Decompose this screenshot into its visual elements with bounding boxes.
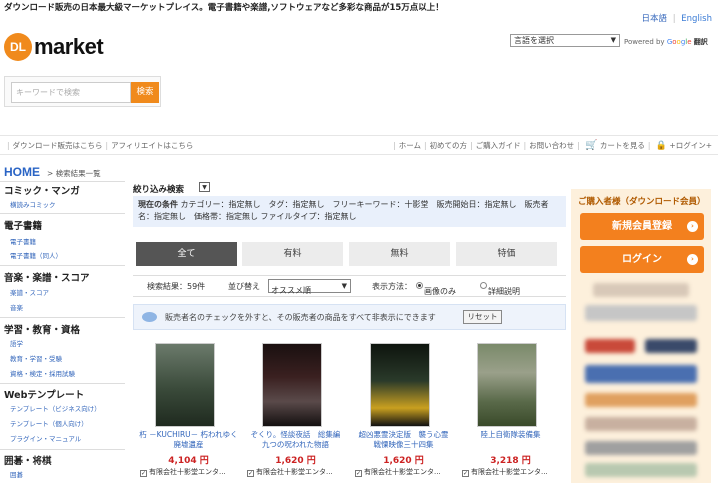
filter-toggle-button[interactable]: ▼ [199,182,210,192]
sidebar-cat-go-shogi[interactable]: 囲碁・将棋 [4,453,52,467]
sidebar-sub[interactable]: 横読みコミック [10,199,56,209]
product-seller[interactable]: ✓ 有限会社十影堂エンタ... [247,467,350,477]
sidebar-sub[interactable]: 楽譜・スコア [10,287,49,297]
product-price: 1,620 円 [275,456,316,466]
nav-login[interactable]: +ログイン+ [669,141,712,150]
display-label: 表示方法： [372,282,412,291]
payment-logos [585,463,697,477]
sort-select[interactable]: オススメ順 ▼ [268,279,351,295]
nav-home[interactable]: ホーム [399,141,421,150]
product-seller[interactable]: ✓ 有限会社十影堂エンタ... [140,467,243,477]
sidebar-sub[interactable]: 電子書籍 [10,236,36,246]
nav-first-time[interactable]: 初めての方 [430,141,468,150]
product-price: 4,104 円 [168,456,209,466]
product-title[interactable]: ぞくり。怪談夜話 総集編 九つの呪われた物語 [244,430,348,450]
product-cover[interactable] [370,343,430,427]
divider [0,135,718,136]
language-select[interactable]: 言語を選択 ▼ [510,34,620,47]
arrow-right-icon: › [687,254,698,265]
payment-logos [593,283,689,297]
arrow-right-icon: › [687,221,698,232]
reset-button[interactable]: リセット [463,310,502,324]
sidebar-sub[interactable]: 音楽 [10,302,23,312]
site-logo[interactable]: DL market [4,33,114,63]
main-nav: | ホーム | 初めての方 | ご購入ガイド | お問い合わせ | 🛒 カートを見る | 🔒 +ロ… [393,140,712,151]
member-panel: ご購入者様（ダウンロード会員） 新規会員登録 › ログイン › [571,189,711,483]
tab-all[interactable]: 全て [136,242,237,266]
tab-free[interactable]: 無料 [349,242,450,266]
product-cover[interactable] [262,343,322,427]
tab-sale[interactable]: 特価 [456,242,557,266]
payment-logos [585,305,697,321]
cart-icon: 🛒 [585,140,598,151]
logo-mark: DL [4,33,32,61]
search-button[interactable]: 検索 [131,82,159,103]
payment-logos [585,441,697,455]
product-seller[interactable]: ✓ 有限会社十影堂エンタ... [462,467,565,477]
sidebar-sub[interactable]: 資格・検定・採用試験 [10,368,75,378]
sidebar-sub[interactable]: 電子書籍（同人） [10,250,62,260]
login-button[interactable]: ログイン › [580,246,704,273]
display-image-only[interactable]: 画像のみ [416,281,456,296]
tab-paid[interactable]: 有料 [242,242,343,266]
product-title[interactable]: 朽 －KUCHIRU－ 朽われゆく廃墟遺産 [137,430,240,450]
sidebar-cat-ebook[interactable]: 電子書籍 [4,218,42,232]
divider [0,154,718,155]
lang-en-link[interactable]: English [681,14,712,24]
payment-logos [585,365,697,383]
speech-bubble-icon [142,312,157,322]
member-panel-heading: ご購入者様（ダウンロード会員） [578,197,706,207]
search-box: キーワードで検索 検索 [4,76,161,107]
affiliate-link[interactable]: アフィリエイトはこちら [111,141,193,150]
conditions-text: カテゴリー：指定無し タグ：指定無し フリーキーワード：十影堂 販売開始日：指定… [138,200,549,221]
sidebar-cat-music[interactable]: 音楽・楽譜・スコア [4,270,90,284]
lock-icon: 🔒 [655,141,668,151]
sidebar-sub[interactable]: テンプレート（ビジネス向け） [10,403,101,413]
nav-cart[interactable]: カートを見る [600,141,645,150]
breadcrumb-current: > 検索結果一覧 [47,169,101,178]
register-button[interactable]: 新規会員登録 › [580,213,704,240]
sidebar-sub[interactable]: プラグイン・マニュアル [10,433,81,443]
logo-text: market [34,34,104,59]
product-title[interactable]: 超凶悪霊決定版 襲う心霊 戦慄映像三十四集 [352,430,457,450]
sidebar-sub[interactable]: 囲碁 [10,469,23,479]
product-seller[interactable]: ✓ 有限会社十影堂エンタ... [355,467,458,477]
site-tagline: ダウンロード販売の日本最大級マーケットプレイス。電子書籍や楽譜,ソフトウェアなど… [4,3,444,13]
sidebar-cat-webtemplate[interactable]: Webテンプレート [4,387,84,401]
powered-by-google: Powered by Google 翻訳 [624,38,708,46]
product-cover[interactable] [155,343,215,427]
payment-logos [585,417,697,431]
lang-ja-link[interactable]: 日本語 [642,14,668,24]
language-links: 日本語 | English [641,14,713,24]
sort-label: 並び替え [228,282,260,291]
sidebar-sub[interactable]: 語学 [10,338,23,348]
sell-link[interactable]: ダウンロード販売はこちら [13,141,103,150]
breadcrumb-home[interactable]: HOME [4,165,40,179]
conditions-label: 現在の条件 [138,200,178,209]
product-price: 1,620 円 [383,456,424,466]
chevron-down-icon: ▼ [610,36,616,44]
product-title[interactable]: 陸上自衛隊装備集 [459,430,562,440]
sidebar-cat-learning[interactable]: 学習・教育・資格 [4,322,80,336]
current-conditions: 現在の条件 カテゴリー：指定無し タグ：指定無し フリーキーワード：十影堂 販売… [133,196,566,227]
sidebar-sub[interactable]: テンプレート（個人向け） [10,418,88,428]
sidebar-sub[interactable]: 教育・学習・受験 [10,353,62,363]
result-count: 検索結果：59件 [147,282,206,291]
payment-logos [645,339,697,353]
product-cover[interactable] [477,343,537,427]
product-price: 3,218 円 [490,456,531,466]
nav-guide[interactable]: ご購入ガイド [476,141,521,150]
secondary-nav: | ダウンロード販売はこちら | アフィリエイトはこちら [7,141,194,150]
results-toolbar: 検索結果：59件 並び替え オススメ順 ▼ 表示方法： 画像のみ 詳細説明 [133,275,566,297]
chevron-down-icon: ▼ [341,282,347,290]
payment-logos [585,393,697,407]
search-input[interactable]: キーワードで検索 [11,82,131,103]
seller-notice: 販売者名のチェックを外すと、その販売者の商品をすべて非表示にできます リセット [133,304,566,330]
display-detail[interactable]: 詳細説明 [480,281,520,296]
payment-logos [585,339,635,353]
sidebar-cat-comic[interactable]: コミック・マンガ [4,183,80,197]
nav-contact[interactable]: お問い合わせ [529,141,574,150]
filter-title: 絞り込み検索 [133,185,185,195]
